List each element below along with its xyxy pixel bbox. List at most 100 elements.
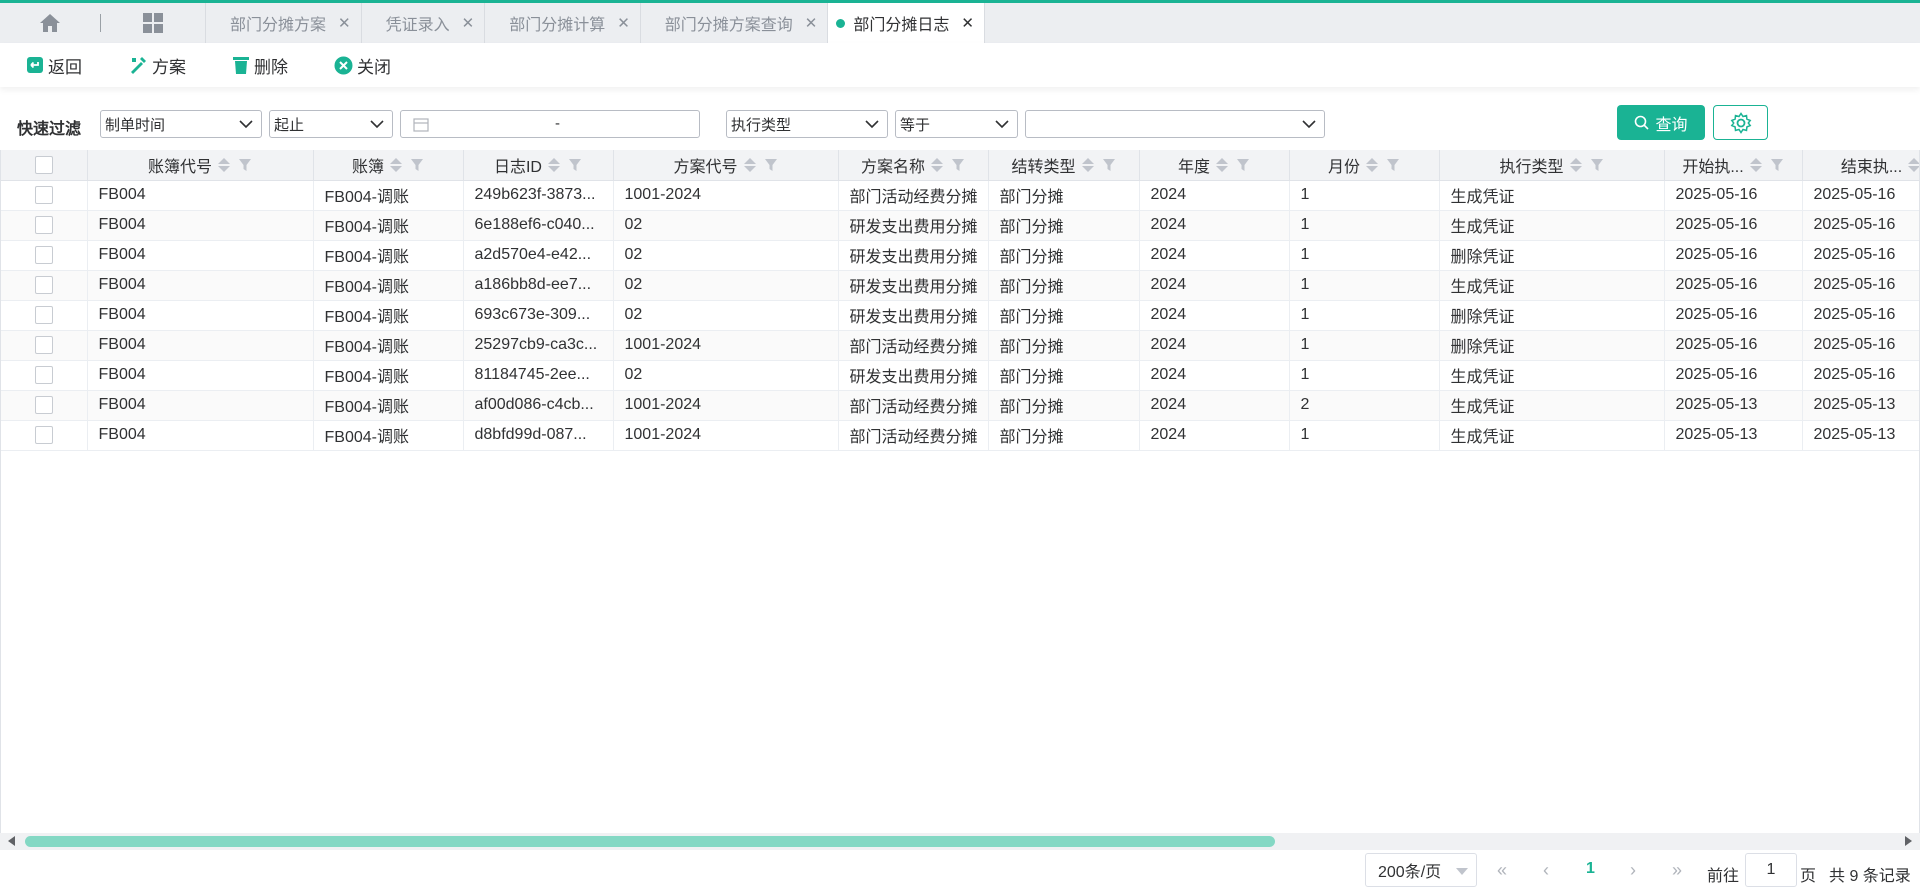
sort-icon[interactable] (1569, 157, 1582, 172)
home-tab[interactable] (0, 3, 100, 43)
table-cell: 2024 (1139, 390, 1290, 421)
table-row[interactable]: FB004 FB004-调账 6e188ef6-c040... 02 研发支出费用分摊部… (1, 210, 1919, 241)
column-header[interactable]: 执行类型 (1439, 150, 1665, 181)
column-header[interactable]: 方案名称 (838, 150, 989, 181)
table-row[interactable]: FB004 FB004-调账 693c673e-309... 02 研发支出费用分摊 部门… (1, 300, 1919, 331)
sort-icon[interactable] (1366, 157, 1378, 172)
tab-4-active[interactable]: 部门分摊日志 ✕ (828, 3, 985, 43)
close-icon[interactable]: ✕ (805, 14, 818, 32)
row-checkbox[interactable] (34, 215, 53, 234)
filter-funnel-icon[interactable] (951, 158, 965, 172)
table-cell: 2025-05-16 (1802, 240, 1919, 271)
filter-field-select[interactable]: 制单时间 (100, 110, 262, 138)
close-icon[interactable]: ✕ (617, 14, 630, 32)
prev-page-icon[interactable]: ‹ (1543, 860, 1549, 881)
table-cell: 2 (1289, 390, 1440, 421)
sort-icon[interactable] (1216, 157, 1228, 172)
next-page-icon[interactable]: › (1630, 860, 1636, 881)
sort-icon[interactable] (1081, 157, 1094, 172)
condition-field-select[interactable]: 执行类型 (726, 110, 888, 138)
sort-icon[interactable] (1749, 157, 1762, 172)
table-cell: 研发支出费用分摊 (838, 210, 989, 241)
operator-select[interactable]: 等于 (895, 110, 1018, 138)
back-button[interactable]: 返回 (26, 53, 82, 78)
tab-0[interactable]: 部门分摊方案 ✕ (206, 3, 362, 43)
table-cell: 1001-2024 (613, 330, 839, 361)
goto-page-input[interactable]: 1 (1745, 853, 1797, 887)
tab-2[interactable]: 部门分摊计算 ✕ (485, 3, 641, 43)
query-button[interactable]: 查询 (1617, 105, 1705, 140)
table-row[interactable]: FB004 FB004-调账 a2d570e4-e42... 02 研发支出费用分摊 部门… (1, 240, 1919, 271)
scroll-thumb[interactable] (25, 836, 1275, 847)
close-icon[interactable]: ✕ (338, 14, 351, 32)
filter-field-value: 制单时间 (105, 116, 166, 134)
tab-3[interactable]: 部门分摊方案查询 ✕ (641, 3, 829, 43)
last-page-icon[interactable]: » (1672, 860, 1682, 881)
table-row[interactable]: FB004 FB004-调账 a186bb8d-ee7... 02 研发支出费用分摊 部门… (1, 270, 1919, 301)
sort-icon[interactable] (218, 157, 230, 172)
sort-icon[interactable] (548, 157, 560, 172)
date-range-picker[interactable]: - (400, 110, 700, 138)
column-header[interactable]: 开始执... (1664, 150, 1803, 181)
column-header[interactable]: 结束执... (1802, 150, 1919, 181)
table-cell: 02 (613, 300, 839, 331)
scroll-left-icon[interactable] (8, 836, 15, 846)
filter-funnel-icon[interactable] (764, 158, 778, 172)
close-icon[interactable]: ✕ (961, 14, 974, 32)
column-header[interactable]: 账簿 (313, 150, 464, 181)
table-row[interactable]: FB004 FB004-调账 d8bfd99d-087... 1001-2024 部门活… (1, 420, 1919, 451)
table-cell: 693c673e-309... (463, 300, 614, 331)
filter-funnel-icon[interactable] (568, 158, 582, 172)
row-checkbox[interactable] (34, 395, 53, 414)
table-cell: 2025-05-13 (1802, 390, 1919, 421)
table-row[interactable]: FB004 FB004-调账 249b623f-3873... 1001-2024 部门… (1, 180, 1919, 211)
table-row[interactable]: FB004 FB004-调账 25297cb9-ca3c... 1001-2024 部门… (1, 330, 1919, 361)
column-header[interactable]: 年度 (1139, 150, 1290, 181)
filter-funnel-icon[interactable] (238, 158, 252, 172)
filter-value-select[interactable] (1025, 110, 1325, 138)
row-checkbox[interactable] (34, 365, 53, 384)
row-checkbox[interactable] (34, 245, 53, 264)
table-cell: 2025-05-16 (1664, 300, 1803, 331)
column-header[interactable]: 方案代号 (613, 150, 839, 181)
filter-funnel-icon[interactable] (1590, 158, 1604, 172)
sort-icon[interactable] (743, 157, 756, 172)
select-all-checkbox[interactable] (34, 155, 53, 174)
column-header[interactable]: 结转类型 (988, 150, 1140, 181)
column-header[interactable]: 账簿代号 (87, 150, 314, 181)
scroll-right-icon[interactable] (1905, 836, 1912, 846)
table-cell: 2025-05-16 (1802, 330, 1919, 361)
apps-tab[interactable] (101, 3, 206, 43)
row-checkbox[interactable] (34, 305, 53, 324)
close-button[interactable]: 关闭 (334, 53, 391, 78)
sort-icon[interactable] (1908, 157, 1919, 172)
settings-button[interactable] (1713, 105, 1768, 140)
first-page-icon[interactable]: « (1497, 860, 1507, 881)
filter-funnel-icon[interactable] (410, 158, 424, 172)
tab-1[interactable]: 凭证录入 ✕ (362, 3, 486, 43)
table-cell: 1 (1289, 210, 1440, 241)
filter-funnel-icon[interactable] (1236, 158, 1250, 172)
column-header[interactable]: 月份 (1289, 150, 1440, 181)
column-header[interactable]: 日志ID (463, 150, 614, 181)
current-page[interactable]: 1 (1586, 860, 1595, 878)
page-size-select[interactable]: 200条/页 (1365, 853, 1477, 887)
range-select[interactable]: 起止 (269, 110, 393, 138)
delete-button[interactable]: 删除 (232, 53, 288, 78)
filter-funnel-icon[interactable] (1386, 158, 1400, 172)
table-cell: 2024 (1139, 270, 1290, 301)
horizontal-scrollbar[interactable] (0, 833, 1920, 850)
table-row[interactable]: FB004 FB004-调账 af00d086-c4cb... 1001-2024 部门… (1, 390, 1919, 421)
filter-funnel-icon[interactable] (1102, 158, 1116, 172)
filter-funnel-icon[interactable] (1770, 158, 1784, 172)
row-checkbox[interactable] (34, 425, 53, 444)
sort-icon[interactable] (931, 157, 943, 172)
row-checkbox[interactable] (34, 185, 53, 204)
row-checkbox[interactable] (34, 275, 53, 294)
sort-icon[interactable] (390, 157, 402, 172)
close-icon[interactable]: ✕ (462, 14, 475, 32)
scheme-button[interactable]: 方案 (128, 53, 186, 78)
table-row[interactable]: FB004 FB004-调账 81184745-2ee... 02 研发支出费用分摊 部门… (1, 360, 1919, 391)
row-checkbox[interactable] (34, 335, 53, 354)
caret-down-icon (1456, 868, 1468, 875)
